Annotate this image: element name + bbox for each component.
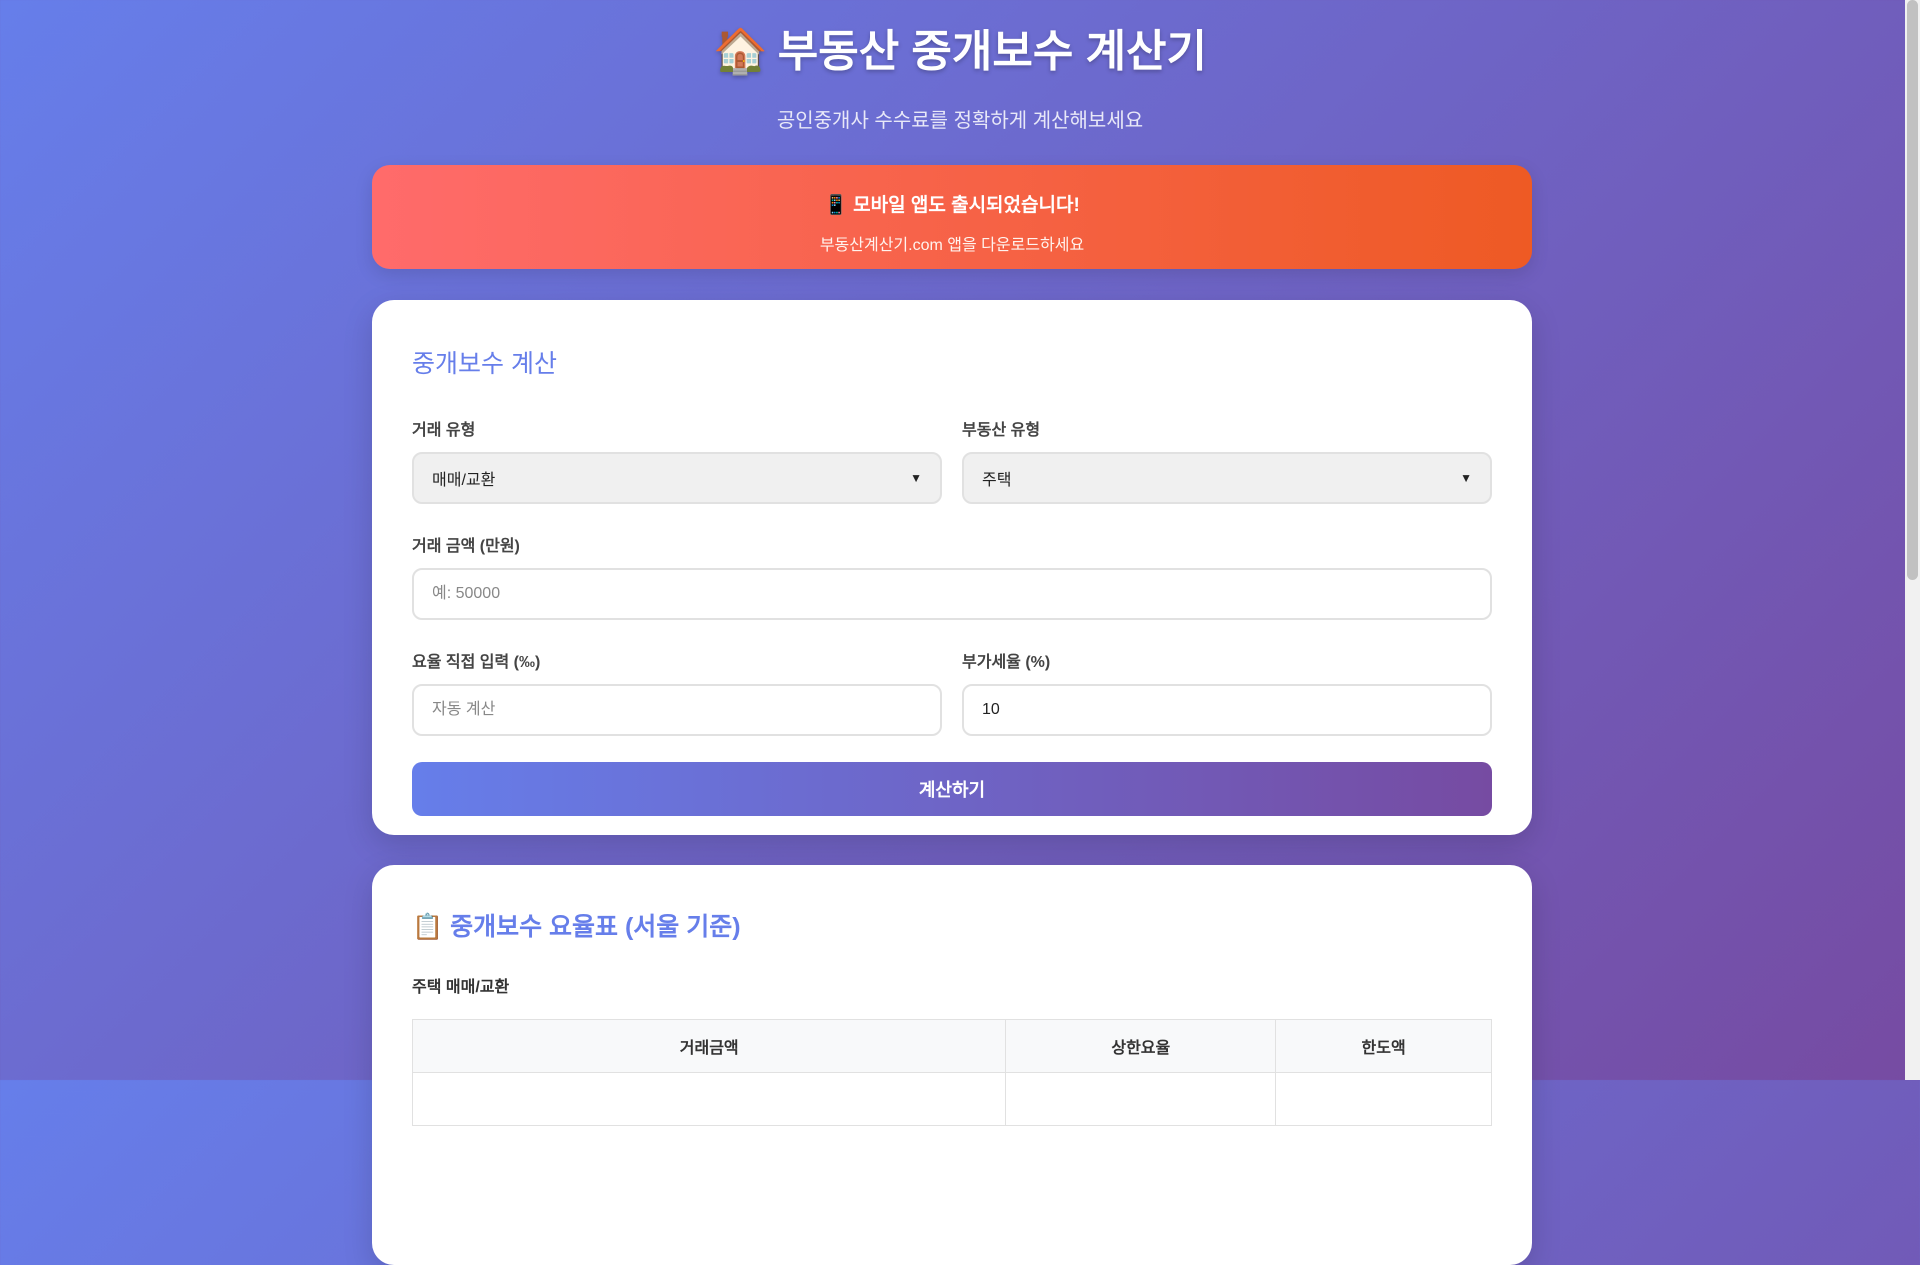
scrollbar[interactable] — [1905, 0, 1920, 1080]
calculate-button[interactable]: 계산하기 — [412, 762, 1492, 816]
column-header-limit: 한도액 — [1275, 1019, 1492, 1073]
rate-table-card: 📋 중개보수 요율표 (서울 기준) 주택 매매/교환 거래금액 상한요율 한도… — [372, 865, 1532, 1265]
banner-title: 📱 모바일 앱도 출시되었습니다! — [372, 190, 1532, 217]
rate-table-title: 📋 중개보수 요율표 (서울 기준) — [412, 865, 1492, 943]
page-title: 🏠 부동산 중개보수 계산기 — [0, 26, 1920, 78]
app-promo-banner[interactable]: 📱 모바일 앱도 출시되었습니다! 부동산계산기.com 앱을 다운로드하세요 — [372, 165, 1532, 269]
clipboard-icon: 📋 — [412, 913, 444, 941]
table-header-row: 거래금액 상한요율 한도액 — [411, 1019, 1492, 1073]
transaction-type-select[interactable]: 매매/교환 ▼ — [412, 452, 942, 504]
transaction-type-label: 거래 유형 — [412, 422, 476, 439]
vat-label: 부가세율 (%) — [962, 654, 1051, 671]
page-header: 🏠 부동산 중개보수 계산기 공인중개사 수수료를 정확하게 계산해보세요 — [0, 0, 1920, 133]
rate-table-title-text: 중개보수 요율표 (서울 기준) — [450, 913, 741, 941]
rate-label: 요율 직접 입력 (‰) — [412, 654, 541, 671]
calculator-title: 중개보수 계산 — [412, 350, 557, 378]
property-type-label: 부동산 유형 — [962, 422, 1041, 439]
column-header-rate: 상한요율 — [1005, 1019, 1277, 1073]
property-type-value: 주택 — [982, 472, 1012, 489]
rate-input[interactable] — [412, 684, 942, 736]
house-icon: 🏠 — [712, 27, 768, 76]
banner-title-text: 모바일 앱도 출시되었습니다! — [853, 195, 1080, 216]
mobile-phone-icon: 📱 — [824, 195, 848, 216]
page-title-text: 부동산 중개보수 계산기 — [777, 27, 1208, 76]
rate-table: 거래금액 상한요율 한도액 — [411, 1019, 1492, 1126]
page-subtitle: 공인중개사 수수료를 정확하게 계산해보세요 — [776, 110, 1144, 132]
chevron-down-icon: ▼ — [1460, 471, 1472, 485]
rate-table-subtitle: 주택 매매/교환 — [412, 979, 510, 996]
vat-input[interactable] — [962, 684, 1492, 736]
amount-label: 거래 금액 (만원) — [412, 538, 520, 555]
scrollbar-thumb[interactable] — [1907, 0, 1918, 580]
banner-text: 부동산계산기.com 앱을 다운로드하세요 — [819, 237, 1085, 254]
table-cell — [1005, 1072, 1277, 1126]
table-row — [411, 1072, 1492, 1126]
calculator-card: 중개보수 계산 거래 유형 매매/교환 ▼ 부동산 유형 주택 ▼ 거래 금액 … — [372, 300, 1532, 835]
table-cell — [411, 1072, 1007, 1126]
column-header-amount: 거래금액 — [411, 1019, 1007, 1073]
transaction-type-value: 매매/교환 — [432, 472, 496, 489]
table-cell — [1275, 1072, 1492, 1126]
chevron-down-icon: ▼ — [910, 471, 922, 485]
amount-input[interactable] — [412, 568, 1492, 620]
property-type-select[interactable]: 주택 ▼ — [962, 452, 1492, 504]
